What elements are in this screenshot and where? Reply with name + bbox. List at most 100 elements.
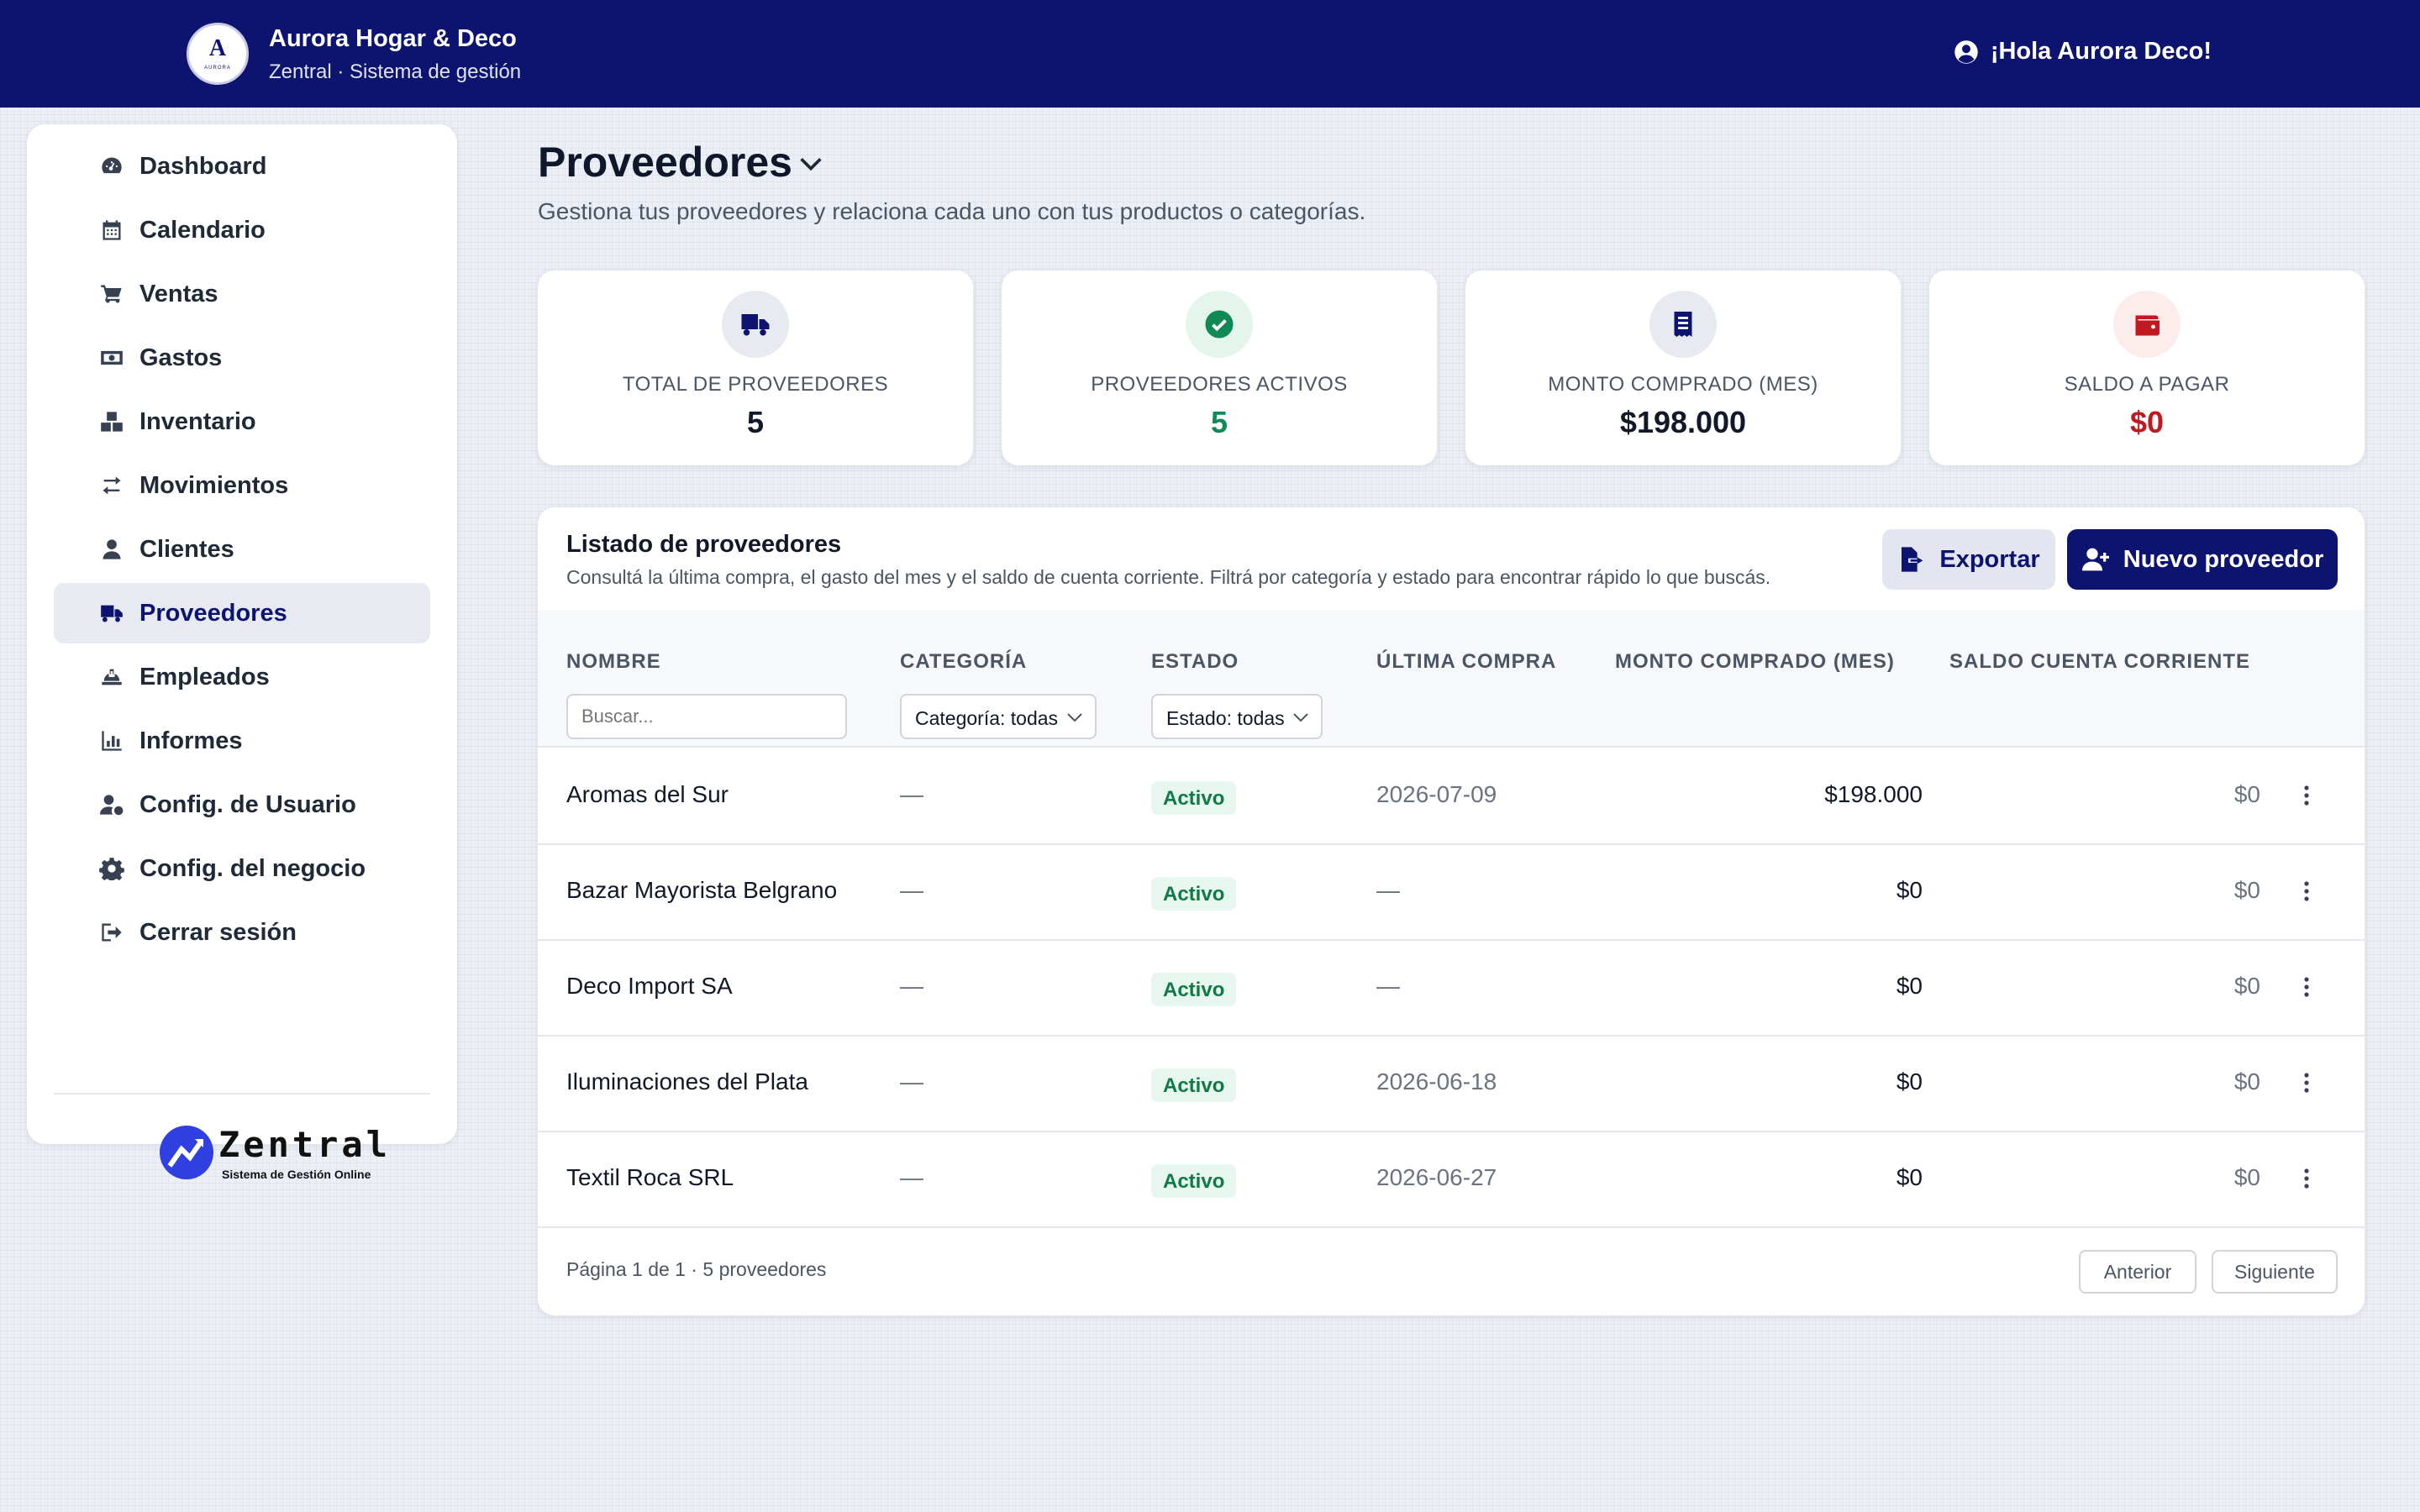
row-menu-icon[interactable]: [2302, 783, 2311, 808]
sidebar-item-clientes[interactable]: Clientes: [54, 519, 430, 580]
column-header-estado[interactable]: ESTADO: [1151, 650, 1239, 674]
stat-card-monto: MONTO COMPRADO (MES) $198.000: [1465, 270, 1901, 465]
brand-logo-small-text: AURORA: [204, 66, 231, 71]
supplier-name[interactable]: Bazar Mayorista Belgrano: [566, 877, 837, 904]
previous-page-button[interactable]: Anterior: [2079, 1250, 2196, 1294]
chart-icon: [99, 729, 124, 753]
supplier-balance: $0: [2233, 877, 2260, 903]
zentral-logo: Zentral Sistema de Gestión Online: [129, 1124, 387, 1184]
sidebar-item-calendario[interactable]: Calendario: [54, 200, 430, 260]
status-filter-value: Estado: todas: [1166, 707, 1285, 729]
column-header-categoria[interactable]: CATEGORÍA: [900, 650, 1027, 674]
row-menu-icon[interactable]: [2302, 974, 2311, 1000]
logout-icon: [99, 921, 124, 944]
supplier-amount: $0: [1896, 877, 1923, 903]
stat-value: $198.000: [1619, 405, 1747, 439]
suppliers-table-card: Listado de proveedores Consultá la últim…: [538, 507, 2365, 1315]
table-row[interactable]: Iluminaciones del Plata — Activo 2026-06…: [538, 1037, 2365, 1132]
sidebar-item-label: Clientes: [139, 536, 234, 563]
stat-value: $0: [2129, 405, 2165, 439]
money-icon: [99, 346, 124, 370]
table-header: NOMBRE CATEGORÍA ESTADO ÚLTIMA COMPRA MO…: [538, 610, 2365, 748]
sidebar-item-dashboard[interactable]: Dashboard: [54, 136, 430, 197]
chevron-down-icon[interactable]: [797, 150, 825, 178]
export-button-label: Exportar: [1939, 545, 2040, 573]
column-header-monto[interactable]: MONTO COMPRADO (MES): [1615, 650, 1895, 674]
supplier-name[interactable]: Aromas del Sur: [566, 781, 729, 808]
search-input[interactable]: [566, 694, 847, 739]
row-menu-icon[interactable]: [2302, 1070, 2311, 1095]
table-row[interactable]: Aromas del Sur — Activo 2026-07-09 $198.…: [538, 749, 2365, 845]
supplier-category: —: [900, 1068, 923, 1095]
sidebar-item-config-usuario[interactable]: Config. de Usuario: [54, 774, 430, 835]
stat-card-saldo: SALDO A PAGAR $0: [1929, 270, 2365, 465]
truck-icon: [99, 601, 124, 625]
next-page-button[interactable]: Siguiente: [2212, 1250, 2338, 1294]
row-menu-icon[interactable]: [2302, 1166, 2311, 1191]
sidebar-item-label: Gastos: [139, 344, 223, 371]
supplier-category: —: [900, 1164, 923, 1190]
user-greeting[interactable]: ¡Hola Aurora Deco!: [1954, 38, 2212, 66]
supplier-category: —: [900, 973, 923, 999]
pagination-info: Página 1 de 1 · 5 proveedores: [566, 1258, 827, 1280]
sidebar-item-proveedores[interactable]: Proveedores: [54, 583, 430, 643]
sidebar-divider: [54, 1093, 430, 1095]
category-filter-value: Categoría: todas: [915, 707, 1059, 729]
stat-card-total: TOTAL DE PROVEEDORES 5: [538, 270, 973, 465]
supplier-name[interactable]: Iluminaciones del Plata: [566, 1068, 808, 1095]
user-icon: [99, 538, 124, 561]
column-header-ultima-compra[interactable]: ÚLTIMA COMPRA: [1376, 650, 1556, 674]
new-supplier-button[interactable]: Nuevo proveedor: [2067, 529, 2338, 590]
supplier-last-purchase: —: [1376, 973, 1400, 999]
sidebar-item-label: Proveedores: [139, 600, 287, 627]
stat-value: 5: [746, 405, 765, 439]
new-supplier-button-label: Nuevo proveedor: [2123, 545, 2324, 573]
status-filter-select[interactable]: Estado: todas: [1151, 694, 1323, 739]
supplier-balance: $0: [2233, 1164, 2260, 1190]
status-badge: Activo: [1151, 781, 1237, 815]
column-header-saldo[interactable]: SALDO CUENTA CORRIENTE: [1949, 650, 2250, 674]
row-menu-icon[interactable]: [2302, 879, 2311, 904]
supplier-category: —: [900, 877, 923, 903]
stat-card-activos: PROVEEDORES ACTIVOS 5: [1002, 270, 1437, 465]
category-filter-select[interactable]: Categoría: todas: [900, 694, 1097, 739]
sidebar-item-informes[interactable]: Informes: [54, 711, 430, 771]
sidebar-item-gastos[interactable]: Gastos: [54, 328, 430, 388]
status-badge: Activo: [1151, 877, 1237, 911]
gauge-icon: [99, 155, 124, 178]
calendar-icon: [99, 218, 124, 242]
sidebar-item-ventas[interactable]: Ventas: [54, 264, 430, 324]
sidebar-item-label: Ventas: [139, 281, 218, 307]
sidebar-item-label: Inventario: [139, 408, 256, 435]
supplier-balance: $0: [2233, 781, 2260, 807]
column-header-nombre[interactable]: NOMBRE: [566, 650, 661, 674]
truck-icon: [722, 291, 789, 358]
table-row[interactable]: Textil Roca SRL — Activo 2026-06-27 $0 $…: [538, 1132, 2365, 1228]
brand-logo-letter: A: [208, 35, 227, 61]
export-button[interactable]: Exportar: [1882, 529, 2055, 590]
sidebar-item-label: Movimientos: [139, 472, 289, 499]
check-circle-icon: [1186, 291, 1253, 358]
boxes-icon: [99, 410, 124, 433]
supplier-name[interactable]: Deco Import SA: [566, 973, 733, 1000]
sidebar-item-cerrar-sesion[interactable]: Cerrar sesión: [54, 902, 430, 963]
sidebar-item-label: Config. de Usuario: [139, 791, 356, 818]
status-badge: Activo: [1151, 1068, 1237, 1102]
sidebar-item-movimientos[interactable]: Movimientos: [54, 455, 430, 516]
page-description: Gestiona tus proveedores y relaciona cad…: [538, 198, 1366, 224]
zentral-logo-mark: [160, 1126, 213, 1179]
hardhat-icon: [99, 665, 124, 689]
table-row[interactable]: Bazar Mayorista Belgrano — Activo — $0 $…: [538, 845, 2365, 941]
sidebar-item-inventario[interactable]: Inventario: [54, 391, 430, 452]
sidebar-item-label: Dashboard: [139, 153, 267, 180]
sidebar-item-config-negocio[interactable]: Config. del negocio: [54, 838, 430, 899]
table-row[interactable]: Deco Import SA — Activo — $0 $0: [538, 941, 2365, 1037]
greeting-text: ¡Hola Aurora Deco!: [1990, 38, 2212, 65]
supplier-name[interactable]: Textil Roca SRL: [566, 1164, 734, 1191]
brand-subtitle: Zentral · Sistema de gestión: [269, 60, 522, 83]
file-export-icon: [1902, 547, 1923, 572]
sidebar-item-empleados[interactable]: Empleados: [54, 647, 430, 707]
brand-logo[interactable]: A AURORA: [187, 23, 249, 85]
brand-name: Aurora Hogar & Deco: [269, 25, 517, 52]
sidebar-item-label: Calendario: [139, 217, 266, 244]
